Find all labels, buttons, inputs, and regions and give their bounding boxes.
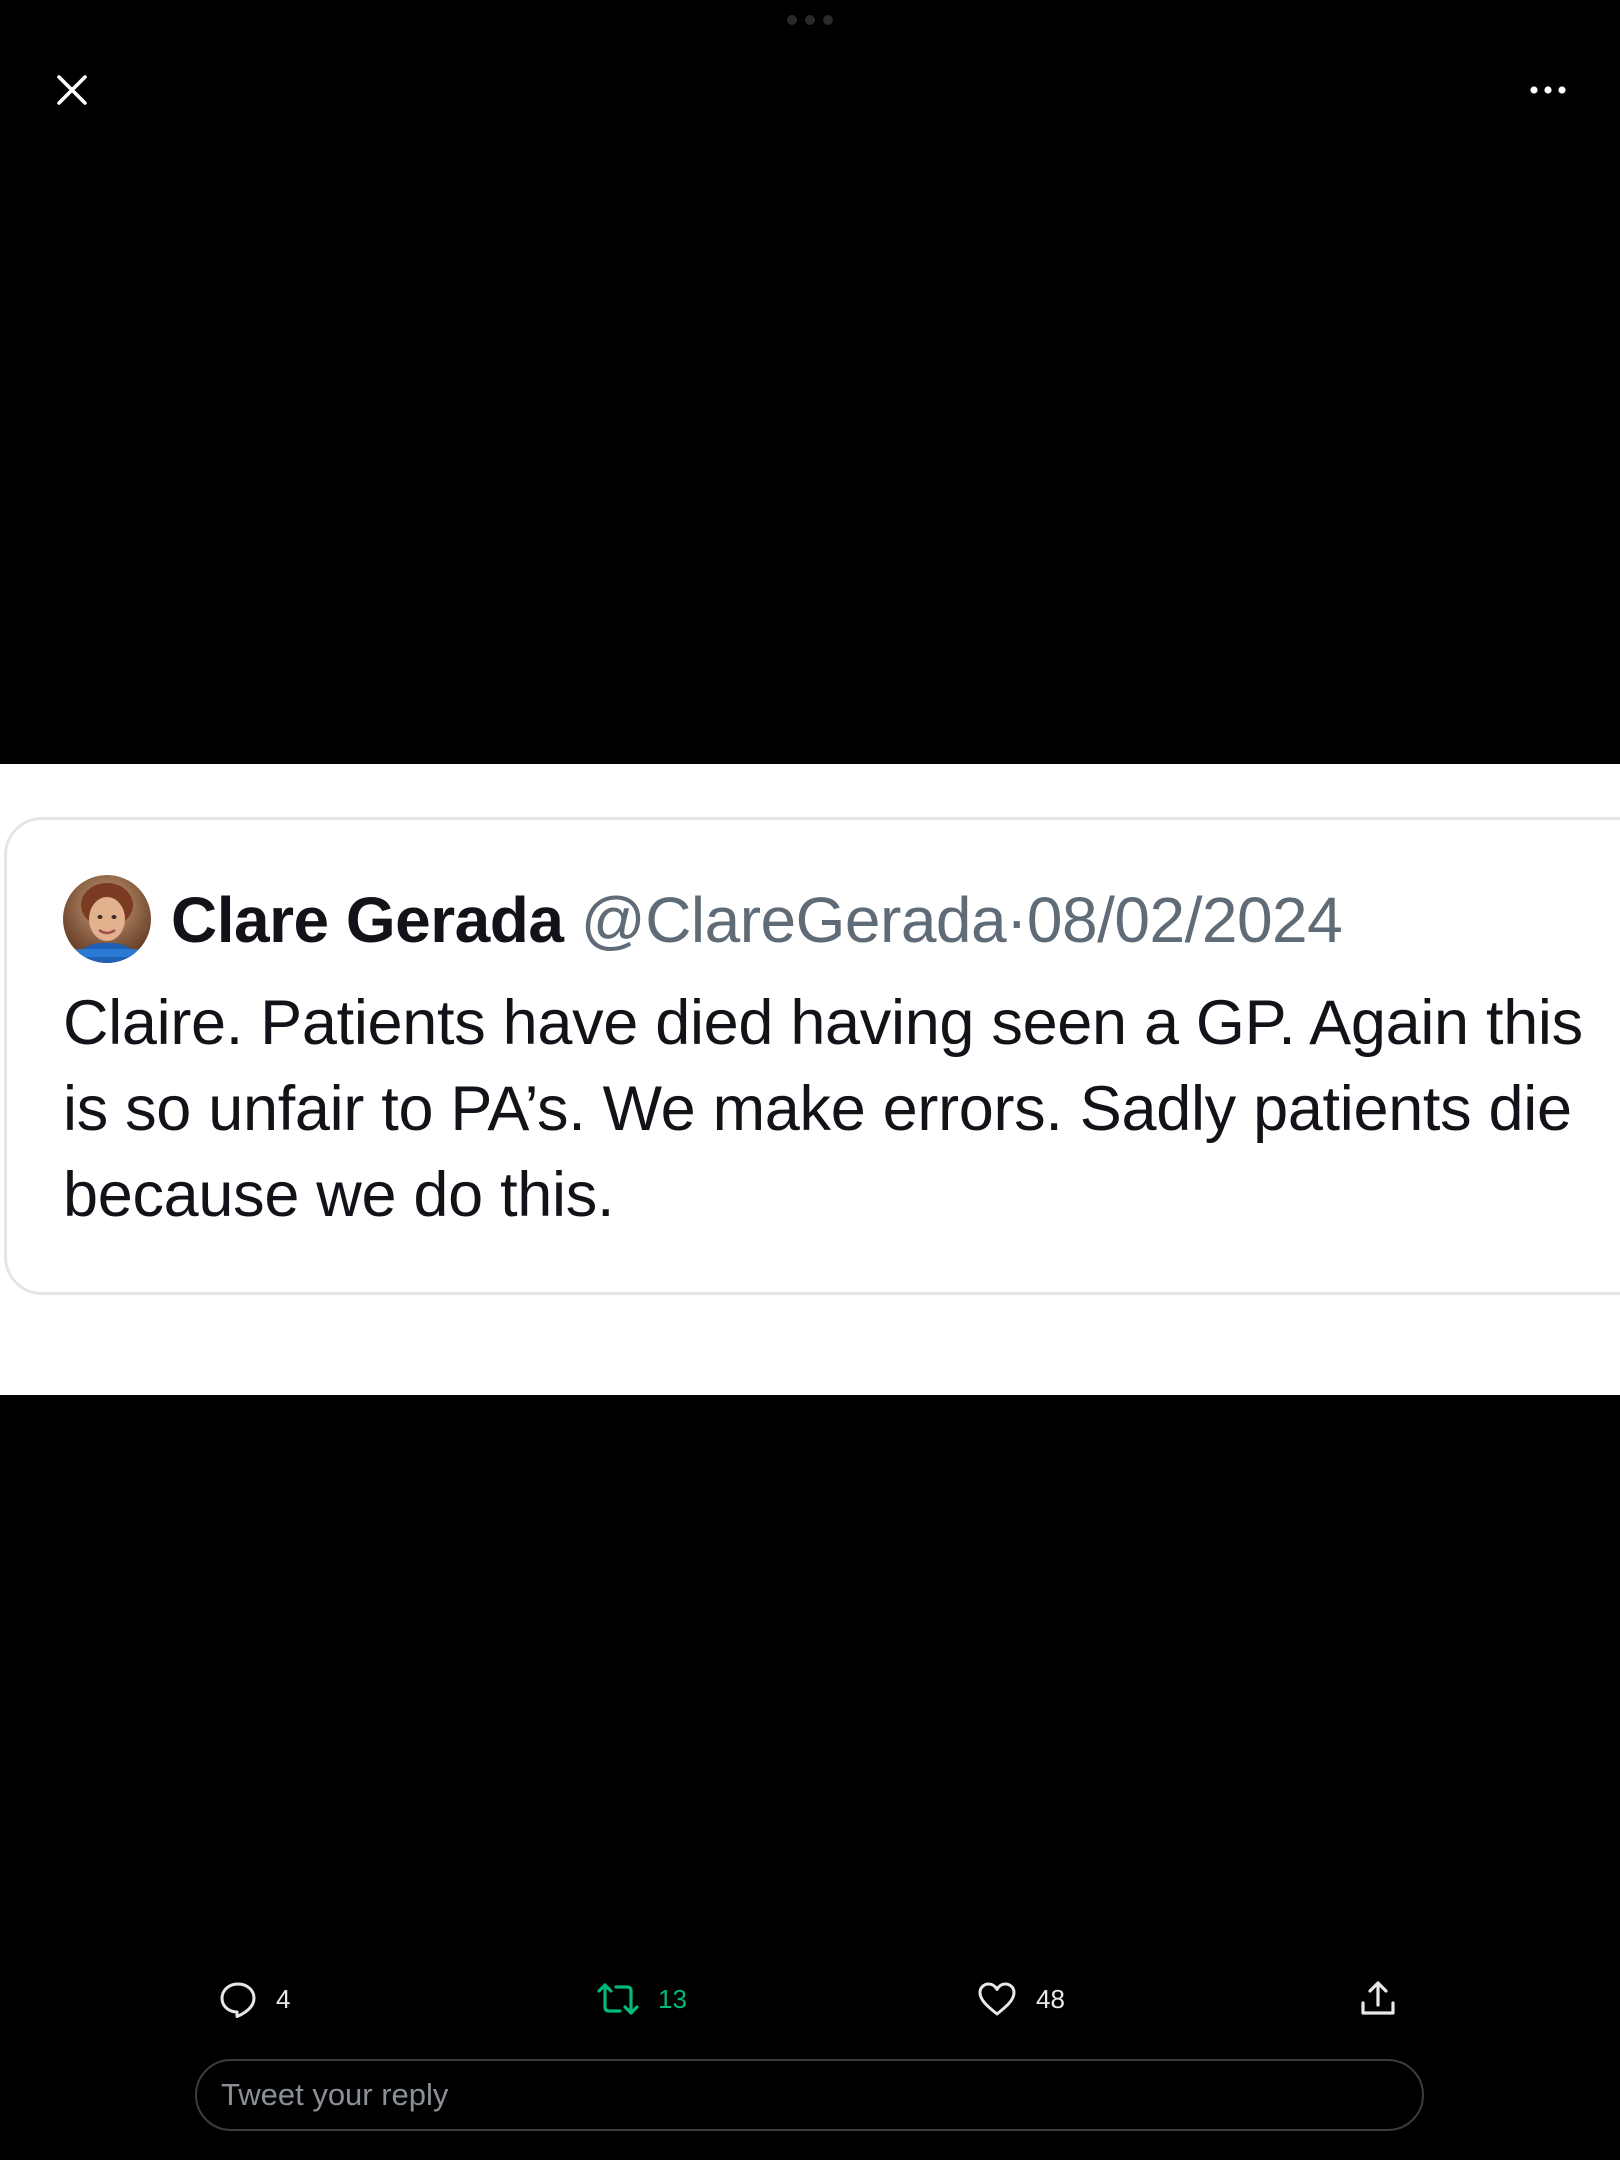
- media-viewer: Clare Gerada @ClareGerada·08/02/2024 Cla…: [0, 0, 1620, 2160]
- author-line: Clare Gerada @ClareGerada·08/02/2024: [171, 882, 1343, 958]
- reply-input[interactable]: Tweet your reply: [195, 2059, 1424, 2131]
- quoted-tweet-card: Clare Gerada @ClareGerada·08/02/2024 Cla…: [4, 817, 1620, 1295]
- author-name: Clare Gerada: [171, 884, 564, 956]
- close-icon: [57, 75, 87, 105]
- retweet-button[interactable]: 13: [596, 1974, 687, 2024]
- like-button[interactable]: 48: [976, 1974, 1065, 2024]
- like-count: 48: [1036, 1983, 1065, 2014]
- tweet-action-bar: 4 13 48: [0, 1974, 1620, 2024]
- share-button[interactable]: [1358, 1974, 1398, 2024]
- share-icon: [1361, 1981, 1395, 2015]
- reply-count: 4: [276, 1983, 291, 2014]
- more-options-button[interactable]: [1528, 70, 1568, 110]
- more-horizontal-icon: [1530, 86, 1566, 94]
- avatar: [63, 875, 151, 963]
- quoted-tweet-text: Claire. Patients have died having seen a…: [63, 988, 1583, 1230]
- post-date: 08/02/2024: [1026, 884, 1343, 956]
- author-handle: @ClareGerada: [580, 884, 1007, 956]
- retweet-icon: [597, 1983, 639, 2015]
- reply-placeholder: Tweet your reply: [221, 2077, 449, 2112]
- heart-icon: [978, 1982, 1016, 2016]
- separator-dot: ·: [1006, 884, 1027, 956]
- tweet-screenshot-image[interactable]: Clare Gerada @ClareGerada·08/02/2024 Cla…: [0, 764, 1620, 1395]
- reply-bubble-icon: [220, 1982, 256, 2018]
- reply-button[interactable]: 4: [218, 1974, 290, 2024]
- retweet-count: 13: [658, 1983, 687, 2014]
- sheet-grabber[interactable]: [787, 14, 833, 26]
- close-button[interactable]: [52, 70, 92, 110]
